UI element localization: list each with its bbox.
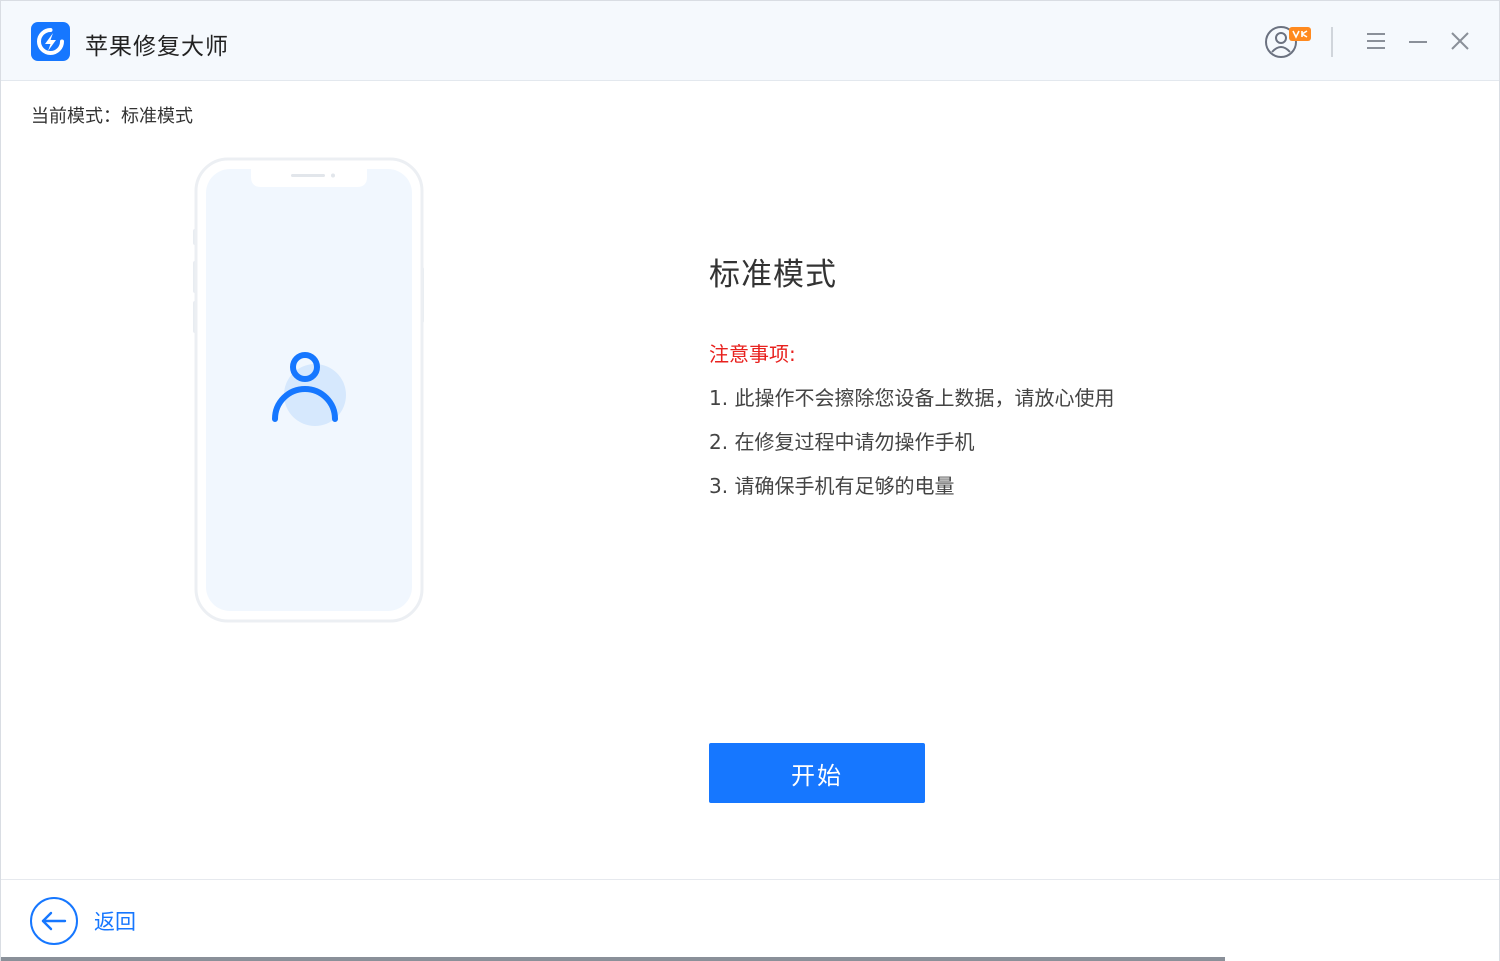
notice-list: 1. 此操作不会擦除您设备上数据，请放心使用 2. 在修复过程中请勿操作手机 3… xyxy=(709,384,1114,516)
title-bar: 苹果修复大师 xyxy=(1,1,1499,81)
app-title: 苹果修复大师 xyxy=(85,34,229,60)
phone-illustration xyxy=(193,157,425,624)
back-arrow-icon xyxy=(30,897,78,945)
close-icon[interactable] xyxy=(1449,31,1471,51)
current-mode-label: 当前模式：标准模式 xyxy=(31,106,193,127)
app-window: 苹果修复大师 当前模式：标准模式 标准模式 注意事项: 1. 此操作不会擦除您设… xyxy=(0,0,1500,961)
start-button[interactable]: 开始 xyxy=(709,743,925,803)
back-label: 返回 xyxy=(94,910,136,934)
menu-icon[interactable] xyxy=(1365,31,1387,51)
back-button[interactable]: 返回 xyxy=(29,896,136,946)
notice-title: 注意事项: xyxy=(709,342,796,366)
bottom-strip xyxy=(1,957,1225,961)
title-divider xyxy=(1331,27,1333,57)
user-account-icon[interactable] xyxy=(1263,25,1313,59)
mode-title: 标准模式 xyxy=(709,257,837,293)
footer: 返回 xyxy=(1,879,1499,961)
list-item: 3. 请确保手机有足够的电量 xyxy=(709,474,955,498)
minimize-icon[interactable] xyxy=(1407,31,1429,51)
app-logo-icon xyxy=(31,22,70,61)
list-item: 1. 此操作不会擦除您设备上数据，请放心使用 xyxy=(709,386,1115,410)
list-item: 2. 在修复过程中请勿操作手机 xyxy=(709,430,975,454)
